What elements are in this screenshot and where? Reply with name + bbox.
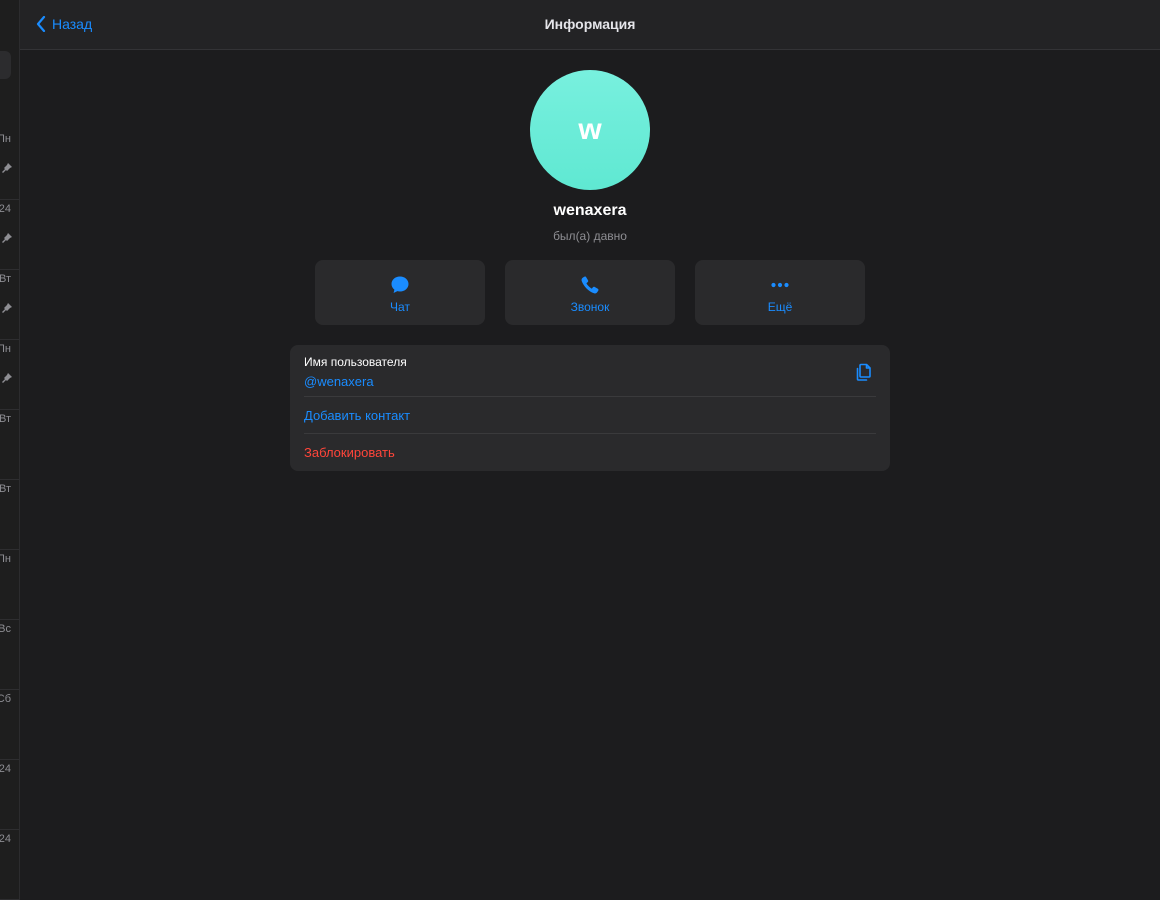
profile-name: wenaxera [553,202,627,219]
chat-list-item[interactable]: 24 [0,830,19,900]
chat-search-field[interactable] [0,51,11,79]
avatar[interactable]: w [530,70,650,190]
chat-list-item[interactable]: Вс [0,620,19,690]
more-button-label: Ещё [767,300,793,314]
phone-icon [581,276,599,294]
chat-button-label: Чат [390,300,410,314]
chat-time: Вт [0,483,11,495]
chat-time: Пн [0,553,11,565]
chat-list-item[interactable]: Вт [0,410,19,480]
chat-button[interactable]: Чат [315,260,485,325]
chat-time: Сб [0,693,11,705]
chat-time: Вс [0,623,11,635]
chat-list-item[interactable]: Пн [0,340,19,410]
user-info-card: Имя пользователя @wenaxera Добавить конт… [290,345,890,471]
pin-icon [2,233,12,243]
pin-icon [2,303,12,313]
chat-list-item[interactable]: Сб [0,690,19,760]
block-button[interactable]: Заблокировать [304,445,395,460]
copy-icon[interactable] [854,361,876,383]
chat-time: Пн [0,133,11,145]
chat-list-item[interactable]: 24 [0,760,19,830]
pin-icon [2,163,12,173]
chat-list-sidebar: Пн 24 Вт Пн Вт Вт Пн Вс Сб 24 24 [0,0,20,900]
call-button-label: Звонок [570,300,610,314]
chat-time: Вт [0,273,11,285]
chat-bubble-icon [391,276,409,293]
chat-time: 24 [0,833,11,845]
call-button[interactable]: Звонок [505,260,675,325]
username-row: Имя пользователя @wenaxera [304,345,876,397]
chat-time: 24 [0,763,11,775]
more-button[interactable]: Ещё [695,260,865,325]
more-dots-icon [771,282,789,288]
chat-time: Вт [0,413,11,425]
chat-time: 24 [0,203,11,215]
chat-list-item[interactable]: Вт [0,480,19,550]
chat-list-item[interactable]: Пн [0,550,19,620]
block-row[interactable]: Заблокировать [304,434,876,471]
username-value[interactable]: @wenaxera [304,374,374,389]
page-title: Информация [544,16,636,32]
add-contact-row[interactable]: Добавить контакт [304,397,876,434]
info-header: Назад Информация [20,0,1160,50]
chat-list-item[interactable]: 24 [0,200,19,270]
chat-list-item[interactable]: Вт [0,270,19,340]
chat-time: Пн [0,343,11,355]
add-contact-button[interactable]: Добавить контакт [304,408,410,423]
avatar-letter: w [578,113,602,146]
chat-list-item[interactable]: Пн [0,130,19,200]
username-label: Имя пользователя [304,355,407,369]
profile-status: был(а) давно [553,229,627,243]
pin-icon [2,373,12,383]
